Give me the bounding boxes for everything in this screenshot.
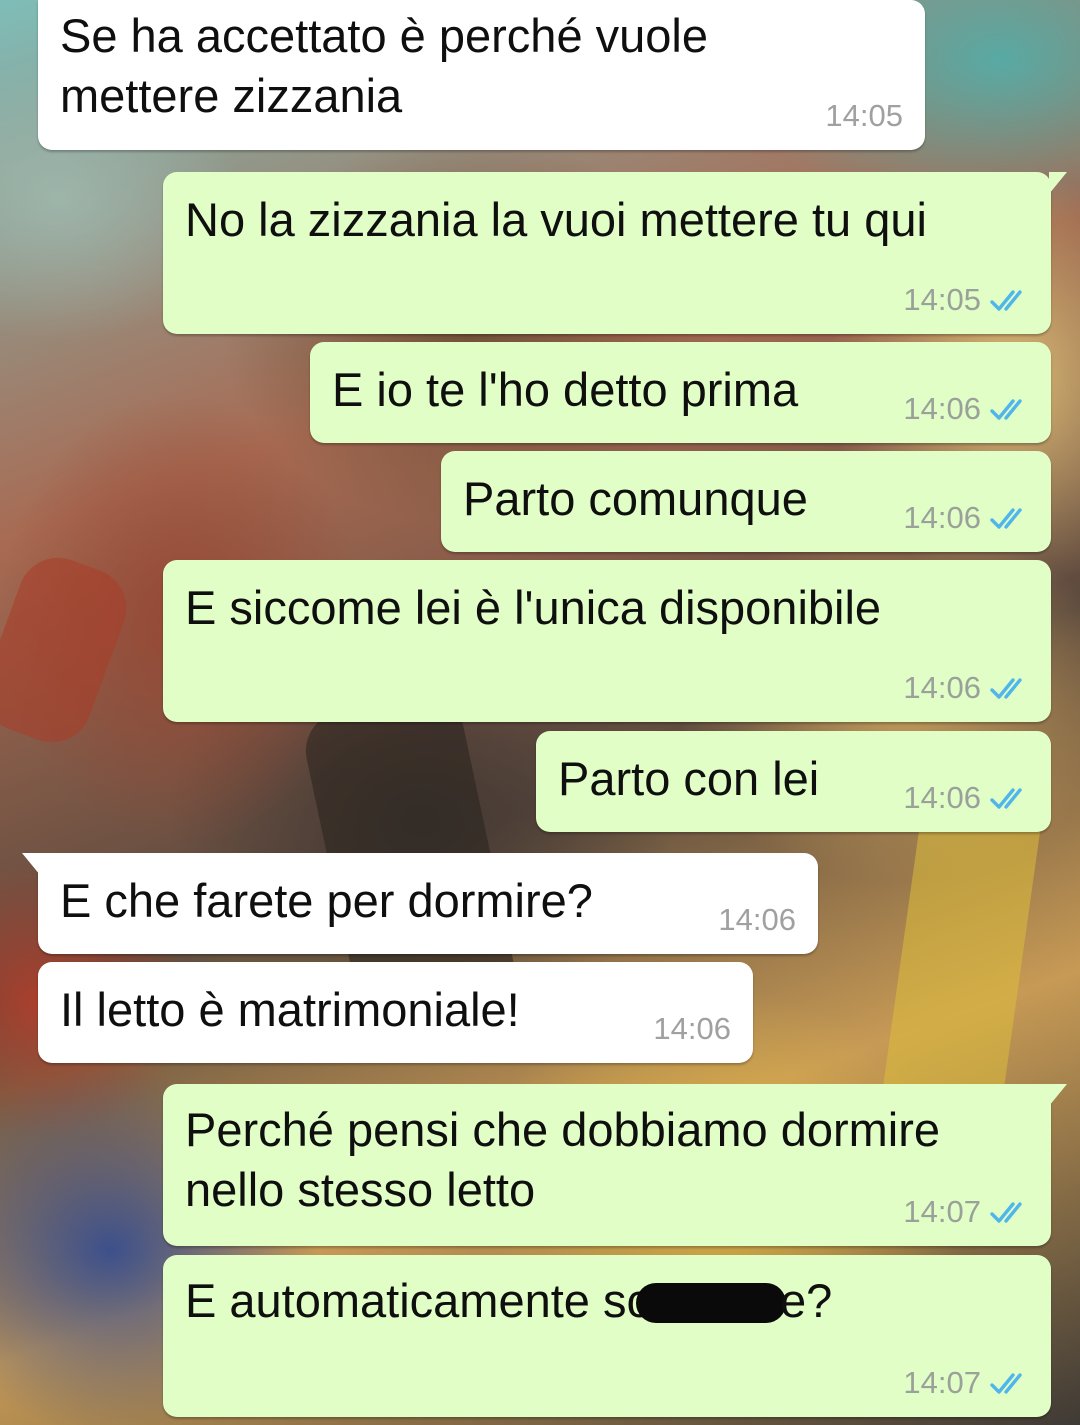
bubble-tail	[22, 853, 40, 875]
message-bubble-outgoing[interactable]: E siccome lei è l'unica disponibile 14:0…	[163, 560, 1051, 722]
message-time: 14:05	[825, 98, 903, 133]
message-time: 14:06	[903, 391, 981, 426]
message-text: Il letto è matrimoniale!	[60, 983, 520, 1036]
message-time: 14:07	[903, 1365, 981, 1400]
message-bubble-outgoing[interactable]: E io te l'ho detto prima 14:06	[310, 342, 1051, 443]
message-bubble-incoming[interactable]: Il letto è matrimoniale! 14:06	[38, 962, 753, 1063]
message-text: E automaticamente sc e?	[185, 1271, 1031, 1331]
message-meta: 14:06	[903, 670, 1029, 706]
message-bubble-outgoing[interactable]: Parto con lei 14:06	[536, 731, 1051, 832]
double-check-icon	[990, 788, 1022, 809]
redaction-mark	[636, 1283, 786, 1323]
bubble-tail	[1049, 172, 1067, 194]
message-bubble-outgoing[interactable]: Parto comunque 14:06	[441, 451, 1051, 552]
double-check-icon	[990, 678, 1022, 699]
message-meta: 14:06	[903, 391, 1029, 427]
message-text-start: E automaticamente sc	[185, 1274, 650, 1327]
message-meta: 14:05	[825, 98, 903, 134]
double-check-icon	[990, 290, 1022, 311]
message-text: No la zizzania la vuoi mettere tu qui	[185, 193, 927, 246]
message-time: 14:06	[903, 500, 981, 535]
message-time: 14:06	[718, 902, 796, 937]
double-check-icon	[990, 1202, 1022, 1223]
message-meta: 14:06	[718, 902, 796, 938]
chat-message-list: Se ha accettato è perché vuole mettere z…	[0, 0, 1080, 1425]
double-check-icon	[990, 1373, 1022, 1394]
message-bubble-outgoing[interactable]: Perché pensi che dobbiamo dormire nello …	[163, 1084, 1067, 1246]
message-time: 14:05	[903, 282, 981, 317]
message-text: Se ha accettato è perché vuole mettere z…	[60, 9, 708, 122]
message-text: E siccome lei è l'unica disponibile	[185, 581, 882, 634]
message-time: 14:07	[903, 1194, 981, 1229]
message-meta: 14:06	[903, 780, 1029, 816]
message-bubble-incoming[interactable]: E che farete per dormire? 14:06	[22, 853, 818, 954]
message-meta: 14:06	[903, 500, 1029, 536]
double-check-icon	[990, 399, 1022, 420]
message-bubble-outgoing[interactable]: E automaticamente sc e? 14:07	[163, 1255, 1051, 1417]
message-text: E che farete per dormire?	[60, 874, 593, 927]
message-text-end: e?	[780, 1274, 833, 1327]
message-time: 14:06	[653, 1011, 731, 1046]
bubble-tail	[1049, 1084, 1067, 1106]
message-bubble-incoming[interactable]: Se ha accettato è perché vuole mettere z…	[38, 0, 925, 150]
message-meta: 14:07	[903, 1365, 1029, 1401]
message-time: 14:06	[903, 670, 981, 705]
message-bubble-outgoing[interactable]: No la zizzania la vuoi mettere tu qui 14…	[163, 172, 1067, 334]
double-check-icon	[990, 508, 1022, 529]
message-meta: 14:06	[653, 1011, 731, 1047]
message-meta: 14:07	[903, 1194, 1029, 1230]
message-time: 14:06	[903, 780, 981, 815]
message-meta: 14:05	[903, 282, 1029, 318]
